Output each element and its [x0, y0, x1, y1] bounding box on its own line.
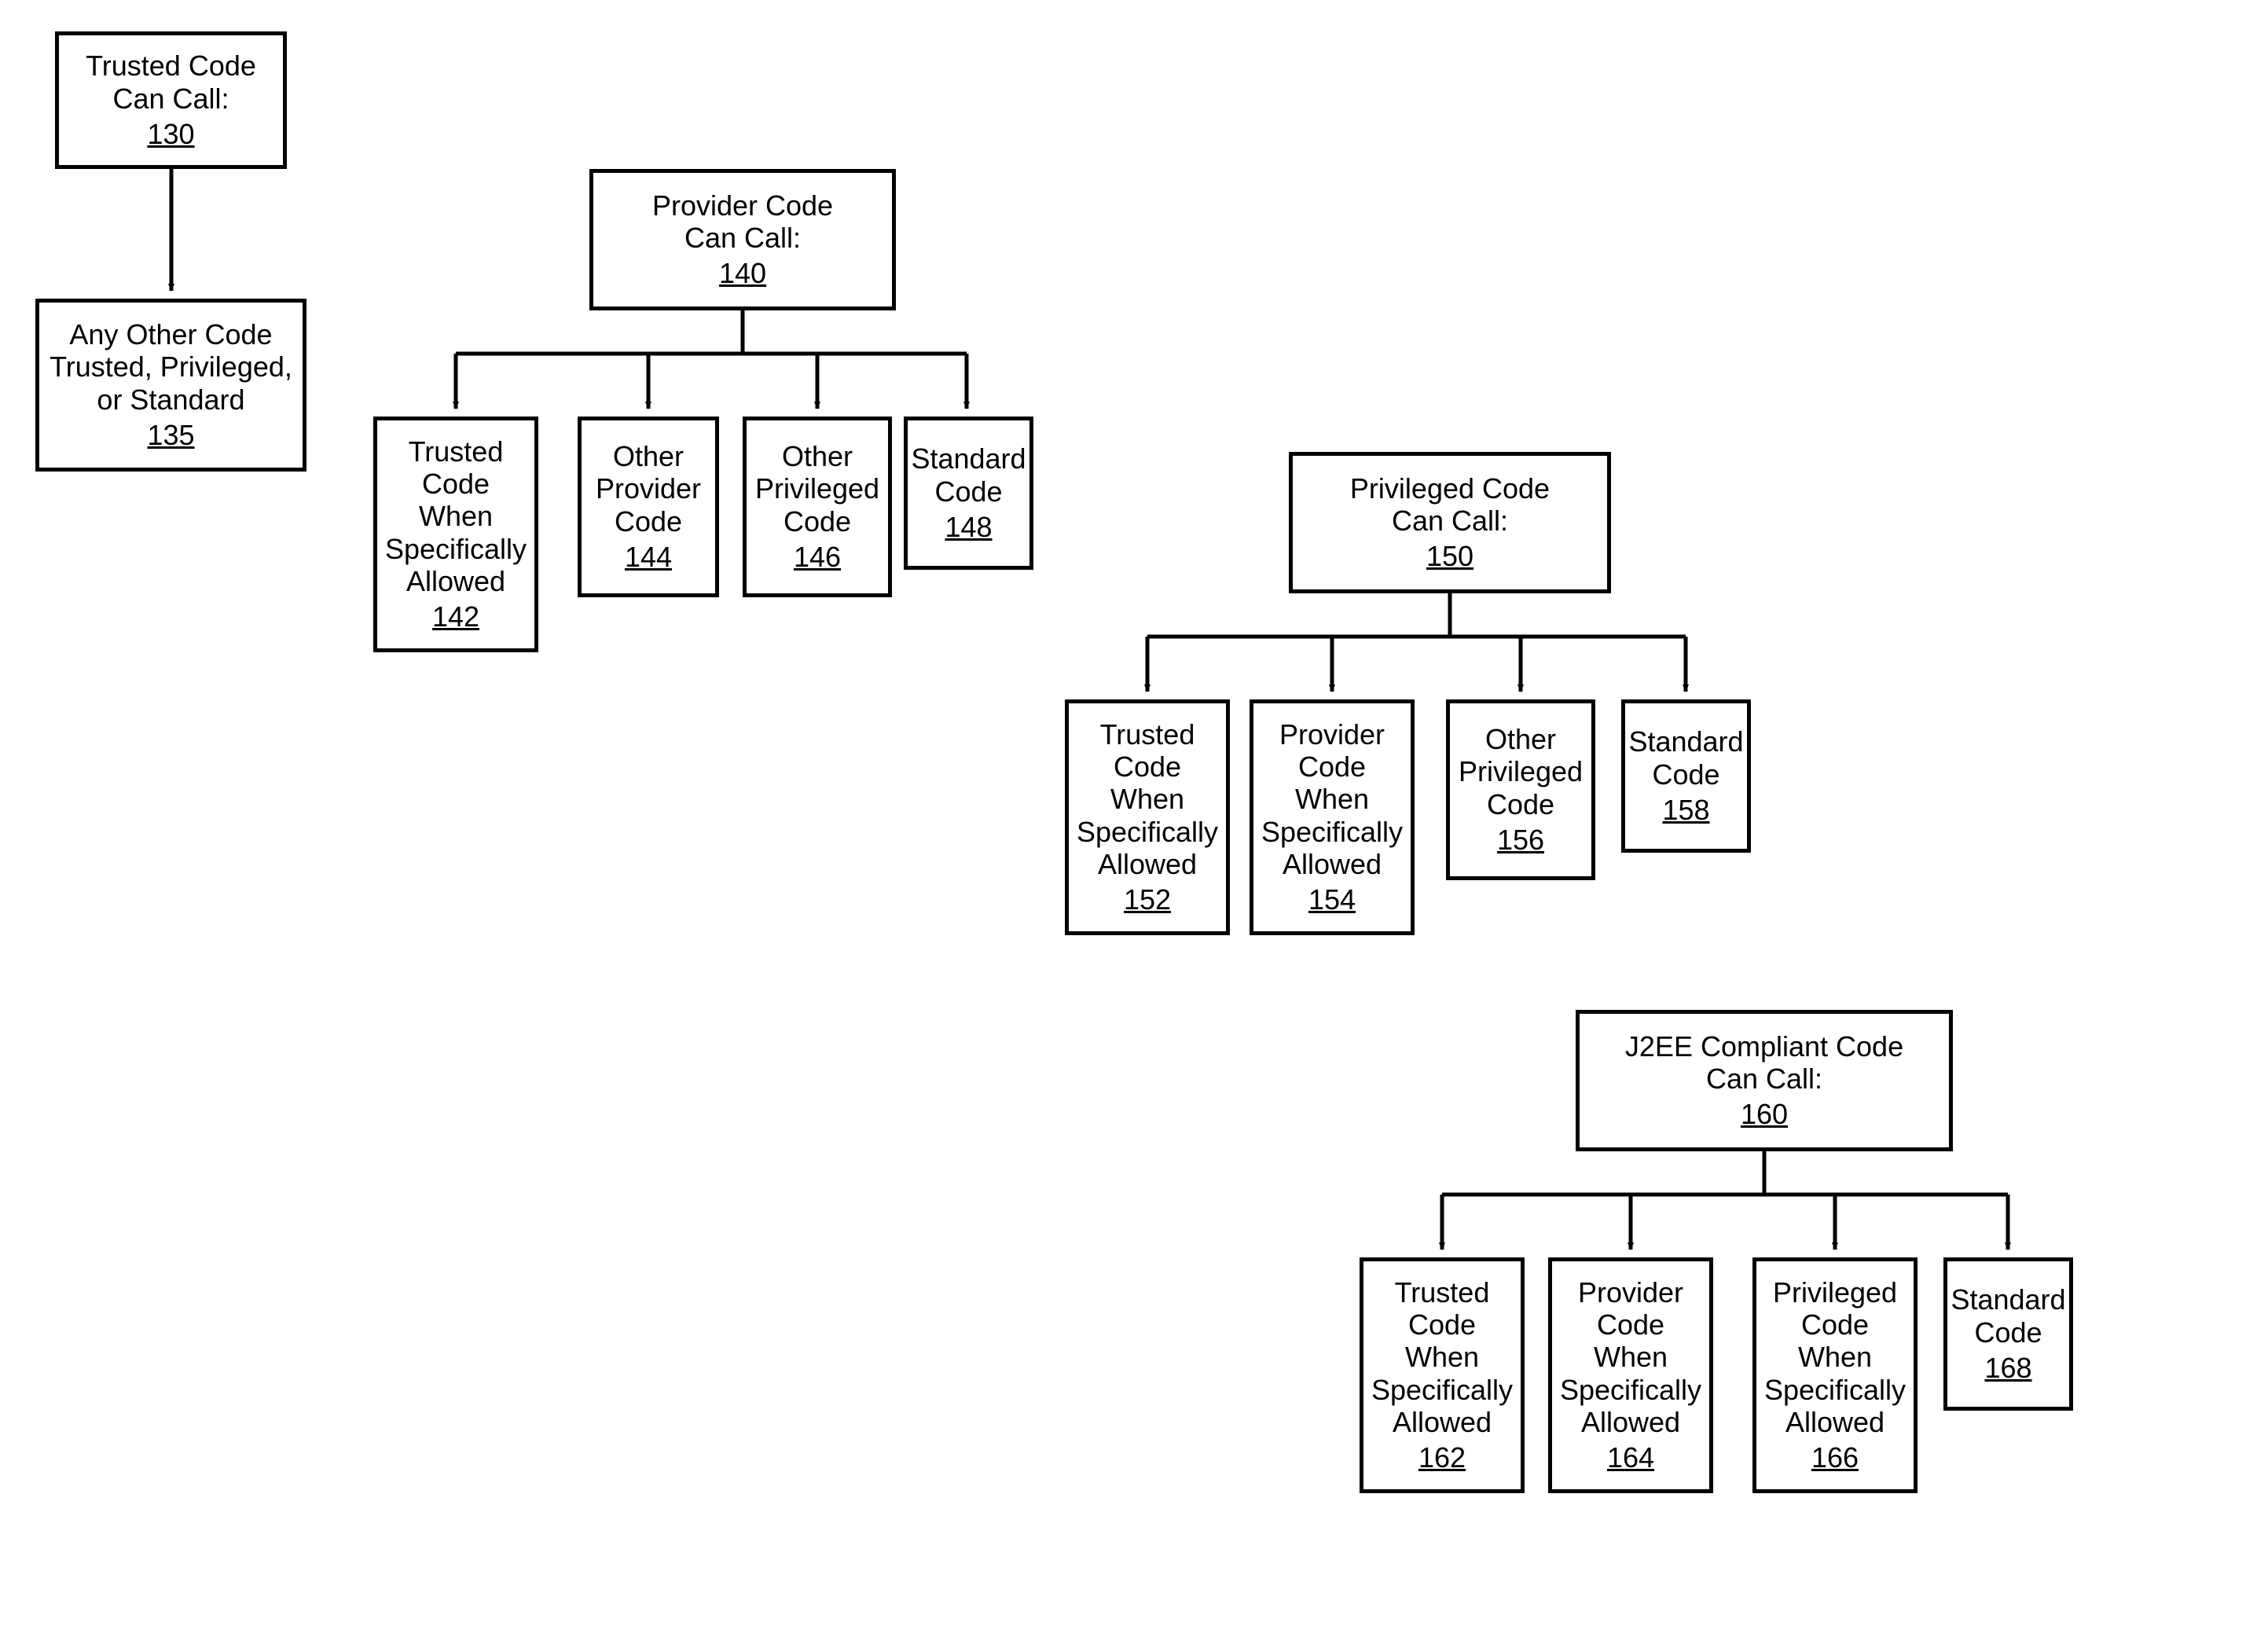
node-provider-c3-ref: 146 — [794, 541, 841, 574]
node-privileged-c2-ref: 154 — [1308, 883, 1356, 916]
node-provider-c2-label: Other Provider Code — [596, 440, 701, 538]
node-privileged-c2: Provider Code When Specifically Allowed … — [1250, 699, 1415, 935]
node-j2ee-c1-label: Trusted Code When Specifically Allowed — [1370, 1276, 1514, 1439]
node-privileged-c1-label: Trusted Code When Specifically Allowed — [1075, 718, 1220, 881]
node-j2ee-c3: Privileged Code When Specifically Allowe… — [1752, 1257, 1918, 1493]
node-privileged-c3-label: Other Privileged Code — [1459, 723, 1583, 820]
node-privileged-c4: Standard Code 158 — [1621, 699, 1751, 853]
node-privileged-c3-ref: 156 — [1497, 824, 1544, 857]
node-privileged-c3: Other Privileged Code 156 — [1446, 699, 1595, 880]
node-privileged-label: Privileged Code Can Call: — [1350, 472, 1550, 538]
node-privileged-c2-label: Provider Code When Specifically Allowed — [1260, 718, 1404, 881]
node-privileged-c4-label: Standard Code — [1628, 725, 1743, 791]
node-provider-label: Provider Code Can Call: — [652, 189, 833, 255]
node-j2ee-ref: 160 — [1741, 1098, 1788, 1131]
node-provider-c1: Trusted Code When Specifically Allowed 1… — [373, 417, 538, 652]
node-privileged-c1: Trusted Code When Specifically Allowed 1… — [1065, 699, 1230, 935]
node-j2ee-c2: Provider Code When Specifically Allowed … — [1548, 1257, 1713, 1493]
node-trusted: Trusted Code Can Call: 130 — [55, 31, 287, 169]
node-provider-c1-ref: 142 — [432, 600, 479, 633]
node-privileged: Privileged Code Can Call: 150 — [1289, 452, 1611, 593]
node-provider-c2-ref: 144 — [625, 541, 672, 574]
node-provider-ref: 140 — [719, 257, 766, 290]
node-j2ee-c3-label: Privileged Code When Specifically Allowe… — [1763, 1276, 1907, 1439]
node-j2ee-c4-ref: 168 — [1984, 1352, 2031, 1385]
node-trusted-child-ref: 135 — [147, 419, 194, 452]
node-trusted-label: Trusted Code Can Call: — [86, 50, 256, 115]
node-trusted-ref: 130 — [147, 118, 194, 151]
node-provider-c4-label: Standard Code — [911, 442, 1026, 508]
node-j2ee-c1-ref: 162 — [1418, 1441, 1466, 1474]
node-provider-c1-label: Trusted Code When Specifically Allowed — [384, 435, 528, 598]
node-j2ee: J2EE Compliant Code Can Call: 160 — [1576, 1010, 1953, 1151]
node-provider-c3-label: Other Privileged Code — [755, 440, 879, 538]
node-j2ee-c1: Trusted Code When Specifically Allowed 1… — [1360, 1257, 1525, 1493]
node-privileged-c4-ref: 158 — [1662, 794, 1709, 827]
node-j2ee-c4-label: Standard Code — [1951, 1283, 2065, 1349]
node-privileged-ref: 150 — [1426, 540, 1473, 573]
node-j2ee-label: J2EE Compliant Code Can Call: — [1625, 1030, 1903, 1096]
node-provider-c4: Standard Code 148 — [904, 417, 1033, 570]
node-provider: Provider Code Can Call: 140 — [589, 169, 896, 310]
node-j2ee-c2-label: Provider Code When Specifically Allowed — [1558, 1276, 1703, 1439]
node-j2ee-c4: Standard Code 168 — [1943, 1257, 2073, 1411]
node-trusted-child: Any Other Code Trusted, Privileged, or S… — [35, 299, 306, 472]
node-provider-c3: Other Privileged Code 146 — [743, 417, 892, 597]
node-j2ee-c3-ref: 166 — [1811, 1441, 1859, 1474]
node-privileged-c1-ref: 152 — [1124, 883, 1171, 916]
node-provider-c4-ref: 148 — [945, 511, 992, 544]
node-provider-c2: Other Provider Code 144 — [578, 417, 719, 597]
node-trusted-child-label: Any Other Code Trusted, Privileged, or S… — [50, 318, 292, 416]
node-j2ee-c2-ref: 164 — [1607, 1441, 1654, 1474]
